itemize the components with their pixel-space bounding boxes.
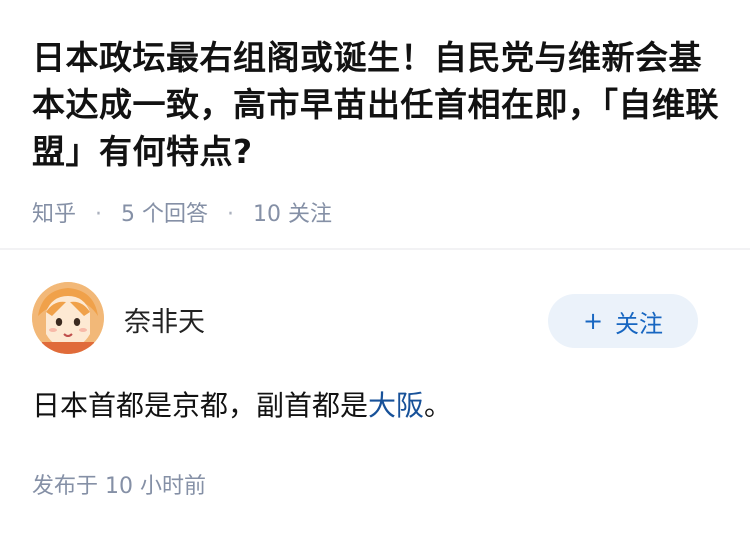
follow-button[interactable]: + 关注 xyxy=(548,294,698,348)
plus-icon: + xyxy=(582,307,604,335)
answer-text-after: 。 xyxy=(424,389,453,422)
answer-text-before: 日本首都是京都，副首都是 xyxy=(32,389,369,422)
posted-label: 发布于 xyxy=(32,474,99,499)
separator-dot: · xyxy=(95,202,103,227)
separator-dot: · xyxy=(227,202,235,227)
zhihu-answer-page: 日本政坛最右组阁或诞生！自民党与维新会基本达成一致，高市早苗出任首相在即，「自维… xyxy=(0,0,750,534)
question-meta: 知乎 · 5 个回答 · 10 关注 xyxy=(32,196,332,228)
avatar-image xyxy=(32,282,104,354)
answer-count[interactable]: 5 个回答 xyxy=(121,202,208,227)
avatar[interactable] xyxy=(32,282,104,354)
answer-content: 日本首都是京都，副首都是大阪。 xyxy=(32,386,452,426)
posted-time: 10 小时前 xyxy=(105,474,207,499)
answer-card: 奈非天 + 关注 日本首都是京都，副首都是大阪。 发布于 10 小时前 xyxy=(0,250,750,534)
follow-label: 关注 xyxy=(615,309,664,338)
source-label[interactable]: 知乎 xyxy=(32,202,76,227)
author-name[interactable]: 奈非天 xyxy=(124,300,205,339)
follower-count: 10 关注 xyxy=(253,202,333,227)
post-time: 发布于 10 小时前 xyxy=(32,468,206,500)
question-title[interactable]: 日本政坛最右组阁或诞生！自民党与维新会基本达成一致，高市早苗出任首相在即，「自维… xyxy=(32,34,722,175)
answer-inline-link[interactable]: 大阪 xyxy=(368,389,424,422)
question-header: 日本政坛最右组阁或诞生！自民党与维新会基本达成一致，高市早苗出任首相在即，「自维… xyxy=(0,0,750,250)
